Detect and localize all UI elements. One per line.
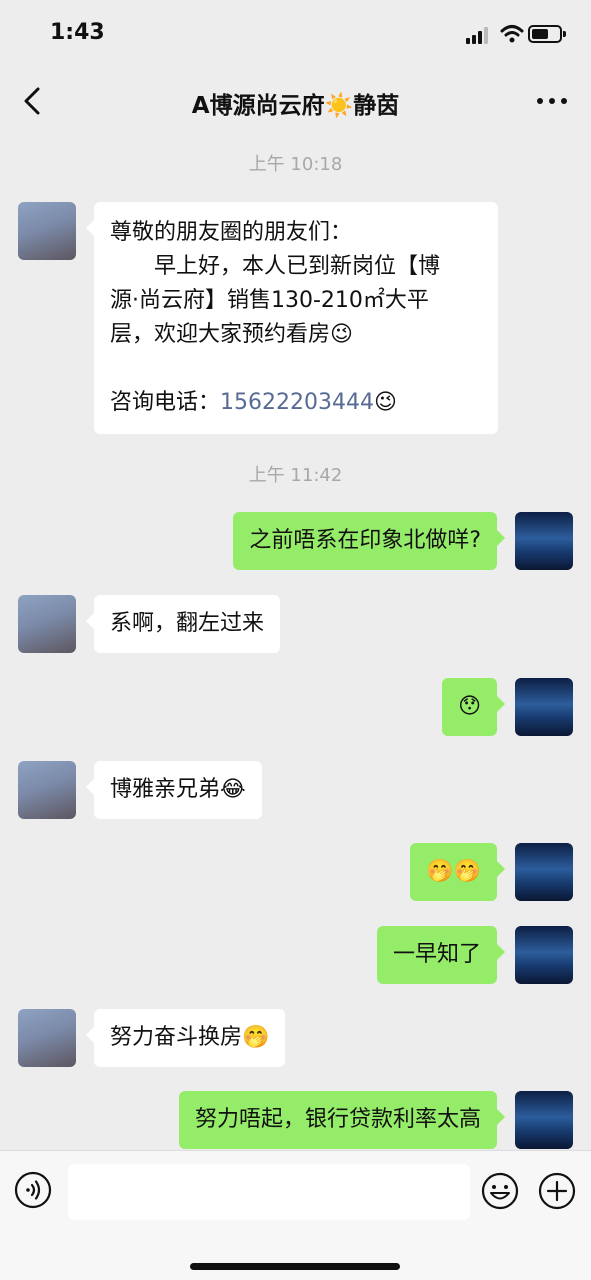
message-bubble-incoming[interactable]: 努力奋斗换房🤭: [85, 1009, 286, 1067]
message-bubble-outgoing[interactable]: 😯: [442, 678, 505, 736]
message-line: 层，欢迎大家预约看房😉: [110, 322, 353, 347]
battery-icon: [528, 25, 566, 43]
self-avatar[interactable]: [515, 678, 573, 736]
contact-avatar[interactable]: [18, 1009, 76, 1067]
status-bar: 1:43: [0, 0, 591, 70]
timestamp: 上午 11:42: [248, 465, 343, 486]
chat-header: A博源尚云府☀️静茵: [0, 70, 591, 132]
message-bubble-outgoing[interactable]: 🤭🤭: [410, 843, 505, 901]
wink-emoji: 😉: [373, 390, 397, 415]
emoji-picker-icon[interactable]: [480, 1171, 520, 1211]
phone-link[interactable]: 15622203444: [220, 390, 374, 415]
timestamp: 上午 10:18: [248, 154, 343, 175]
contact-avatar[interactable]: [18, 595, 76, 653]
message-bubble-outgoing[interactable]: 一早知了: [376, 926, 506, 984]
status-time: 1:43: [50, 20, 105, 45]
self-avatar[interactable]: [515, 843, 573, 901]
message-input[interactable]: [68, 1164, 470, 1220]
add-attachment-icon[interactable]: [537, 1171, 577, 1211]
voice-input-icon[interactable]: [14, 1171, 52, 1209]
message-bubble-incoming[interactable]: 博雅亲兄弟😂: [86, 761, 262, 819]
signal-icon: [466, 26, 492, 44]
message-bubble-incoming[interactable]: 系啊，翻左过来: [85, 595, 281, 653]
message-line: 源·尚云府】销售130-210㎡大平: [110, 288, 429, 313]
message-line: 早上好，本人已到新岗位【博: [110, 254, 441, 279]
message-bubble-incoming[interactable]: 尊敬的朋友圈的朋友们： 早上好，本人已到新岗位【博 源·尚云府】销售130-21…: [86, 202, 498, 434]
self-avatar[interactable]: [515, 926, 573, 984]
contact-avatar[interactable]: [18, 761, 76, 819]
message-bubble-outgoing[interactable]: 之前唔系在印象北做咩?: [233, 512, 505, 570]
message-line: 尊敬的朋友圈的朋友们：: [110, 220, 353, 245]
contact-phone-line: 咨询电话：15622203444😉: [110, 386, 482, 420]
phone-label: 咨询电话：: [110, 390, 221, 415]
input-bar: [0, 1150, 591, 1280]
home-indicator: [190, 1263, 400, 1270]
wifi-icon: [500, 25, 524, 43]
more-options-icon[interactable]: [535, 96, 569, 106]
message-bubble-outgoing[interactable]: 努力唔起，银行贷款利率太高: [178, 1091, 506, 1149]
contact-avatar[interactable]: [18, 202, 76, 260]
self-avatar[interactable]: [515, 1091, 573, 1149]
chat-title: A博源尚云府☀️静茵: [191, 93, 400, 119]
self-avatar[interactable]: [515, 512, 573, 570]
